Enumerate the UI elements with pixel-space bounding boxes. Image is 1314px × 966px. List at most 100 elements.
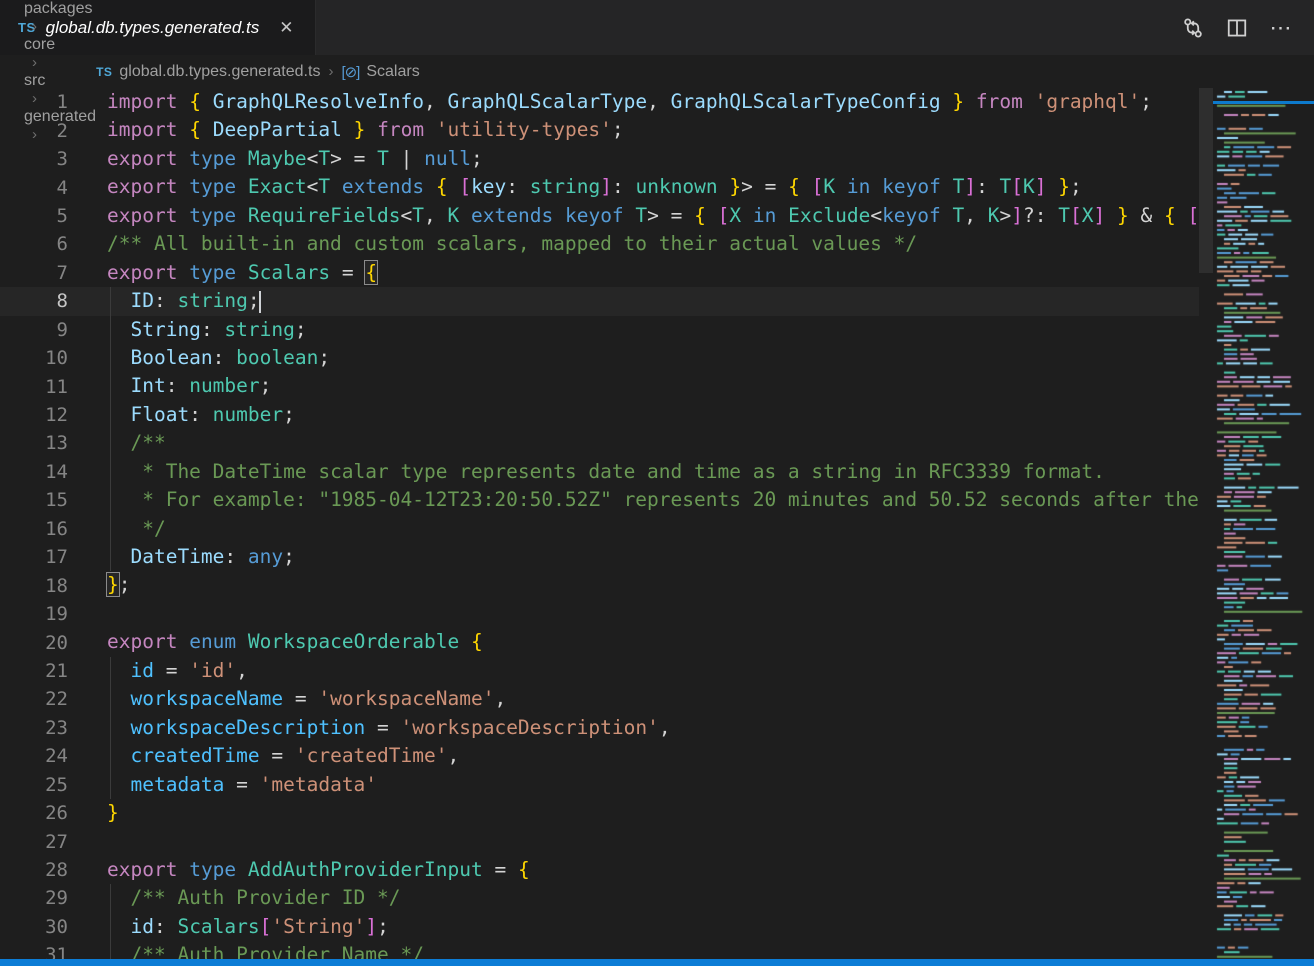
scrollbar-slider[interactable]	[1199, 88, 1213, 273]
typescript-file-icon: TS	[96, 65, 112, 79]
line-number: 16	[0, 518, 68, 540]
code-lines[interactable]: 1import { GraphQLResolveInfo, GraphQLSca…	[0, 88, 1199, 966]
line-content: Float: number;	[68, 401, 1199, 429]
line-content: * For example: "1985-04-12T23:20:50.52Z"…	[68, 486, 1199, 514]
breadcrumb-separator: ›	[32, 54, 37, 71]
code-line-15[interactable]: 15 * For example: "1985-04-12T23:20:50.5…	[0, 486, 1199, 514]
line-number: 27	[0, 831, 68, 853]
code-line-28[interactable]: 28export type AddAuthProviderInput = {	[0, 856, 1199, 884]
code-line-1[interactable]: 1import { GraphQLResolveInfo, GraphQLSca…	[0, 88, 1199, 116]
text-cursor	[259, 291, 261, 313]
line-content: createdTime = 'createdTime',	[68, 742, 1199, 770]
status-bar-strip	[0, 959, 1314, 966]
minimap[interactable]	[1213, 88, 1314, 966]
line-content: * The DateTime scalar type represents da…	[68, 458, 1199, 486]
line-number: 17	[0, 546, 68, 568]
line-number: 7	[0, 262, 68, 284]
line-number: 6	[0, 233, 68, 255]
line-number: 23	[0, 717, 68, 739]
breadcrumb-separator: ›	[32, 18, 37, 35]
code-line-16[interactable]: 16 */	[0, 515, 1199, 543]
line-number: 28	[0, 859, 68, 881]
code-line-29[interactable]: 29 /** Auth Provider ID */	[0, 884, 1199, 912]
line-content: DateTime: any;	[68, 543, 1199, 571]
code-line-26[interactable]: 26}	[0, 799, 1199, 827]
breadcrumb-symbol-label: Scalars	[366, 63, 419, 81]
code-line-13[interactable]: 13 /**	[0, 429, 1199, 457]
line-content: export type Maybe<T> = T | null;	[68, 145, 1199, 173]
code-line-5[interactable]: 5export type RequireFields<T, K extends …	[0, 202, 1199, 230]
line-content: String: string;	[68, 316, 1199, 344]
code-line-24[interactable]: 24 createdTime = 'createdTime',	[0, 742, 1199, 770]
more-actions-icon[interactable]: ⋯	[1264, 11, 1298, 45]
code-line-3[interactable]: 3export type Maybe<T> = T | null;	[0, 145, 1199, 173]
line-number: 24	[0, 745, 68, 767]
code-line-9[interactable]: 9 String: string;	[0, 316, 1199, 344]
tab-bar: TS global.db.types.generated.ts ✕ ⋯	[0, 0, 1314, 55]
line-number: 3	[0, 148, 68, 170]
line-number: 26	[0, 802, 68, 824]
line-content: metadata = 'metadata'	[68, 771, 1199, 799]
code-line-4[interactable]: 4export type Exact<T extends { [key: str…	[0, 173, 1199, 201]
code-line-25[interactable]: 25 metadata = 'metadata'	[0, 771, 1199, 799]
line-content: */	[68, 515, 1199, 543]
code-line-21[interactable]: 21 id = 'id',	[0, 657, 1199, 685]
breadcrumb-file[interactable]: TS global.db.types.generated.ts	[96, 63, 320, 81]
code-line-18[interactable]: 18};	[0, 571, 1199, 599]
breadcrumb: packages›core›src›generated› TS global.d…	[0, 55, 1314, 88]
line-number: 2	[0, 120, 68, 142]
line-number: 10	[0, 347, 68, 369]
breadcrumb-item-packages[interactable]: packages	[24, 0, 96, 18]
editor: 1import { GraphQLResolveInfo, GraphQLSca…	[0, 88, 1314, 966]
open-changes-icon[interactable]	[1176, 11, 1210, 45]
line-content: Boolean: boolean;	[68, 344, 1199, 372]
line-number: 19	[0, 603, 68, 625]
line-number: 18	[0, 575, 68, 597]
line-number: 4	[0, 177, 68, 199]
line-content: id: Scalars['String'];	[68, 913, 1199, 941]
line-number: 9	[0, 319, 68, 341]
line-content: export enum WorkspaceOrderable {	[68, 628, 1199, 656]
line-number: 30	[0, 916, 68, 938]
line-content: workspaceDescription = 'workspaceDescrip…	[68, 714, 1199, 742]
code-line-7[interactable]: 7export type Scalars = {	[0, 259, 1199, 287]
editor-scrollbar[interactable]	[1199, 88, 1213, 966]
line-content: workspaceName = 'workspaceName',	[68, 685, 1199, 713]
line-number: 1	[0, 91, 68, 113]
line-content: export type AddAuthProviderInput = {	[68, 856, 1199, 884]
code-line-17[interactable]: 17 DateTime: any;	[0, 543, 1199, 571]
code-line-23[interactable]: 23 workspaceDescription = 'workspaceDesc…	[0, 714, 1199, 742]
minimap-canvas	[1213, 88, 1314, 966]
line-content: /** All built-in and custom scalars, map…	[68, 230, 1199, 258]
code-line-22[interactable]: 22 workspaceName = 'workspaceName',	[0, 685, 1199, 713]
line-content: };	[68, 571, 1199, 599]
code-line-20[interactable]: 20export enum WorkspaceOrderable {	[0, 628, 1199, 656]
line-content: }	[68, 799, 1199, 827]
close-tab-icon[interactable]: ✕	[275, 16, 297, 40]
line-number: 11	[0, 376, 68, 398]
code-line-12[interactable]: 12 Float: number;	[0, 401, 1199, 429]
breadcrumb-item-core[interactable]: core	[24, 36, 96, 54]
line-content: export type RequireFields<T, K extends k…	[68, 202, 1199, 230]
breadcrumb-item-src[interactable]: src	[24, 72, 96, 90]
line-number: 14	[0, 461, 68, 483]
code-line-14[interactable]: 14 * The DateTime scalar type represents…	[0, 458, 1199, 486]
code-line-10[interactable]: 10 Boolean: boolean;	[0, 344, 1199, 372]
code-line-2[interactable]: 2import { DeepPartial } from 'utility-ty…	[0, 116, 1199, 144]
code-line-8[interactable]: 8 ID: string;	[0, 287, 1199, 315]
breadcrumb-separator: ›	[328, 63, 333, 80]
line-number: 21	[0, 660, 68, 682]
code-line-30[interactable]: 30 id: Scalars['String'];	[0, 913, 1199, 941]
code-line-19[interactable]: 19	[0, 600, 1199, 628]
line-number: 15	[0, 489, 68, 511]
line-number: 8	[0, 290, 68, 312]
code-line-11[interactable]: 11 Int: number;	[0, 372, 1199, 400]
line-content: /**	[68, 429, 1199, 457]
editor-actions: ⋯	[1176, 0, 1314, 55]
code-line-6[interactable]: 6/** All built-in and custom scalars, ma…	[0, 230, 1199, 258]
code-line-27[interactable]: 27	[0, 827, 1199, 855]
split-editor-icon[interactable]	[1220, 11, 1254, 45]
line-number: 29	[0, 887, 68, 909]
line-number: 12	[0, 404, 68, 426]
breadcrumb-symbol-scalars[interactable]: [⊘] Scalars	[341, 63, 419, 81]
